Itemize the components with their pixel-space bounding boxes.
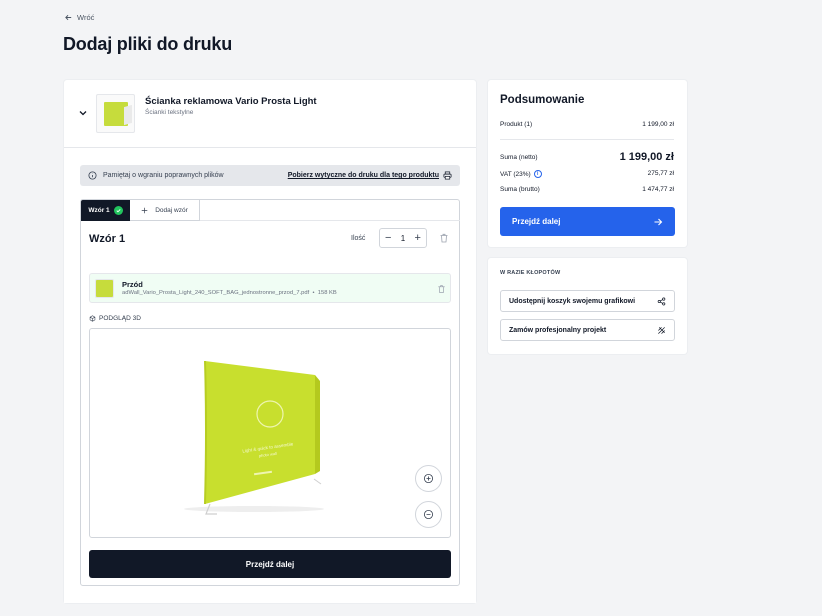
uploaded-file: Przód adWall_Vario_Prosta_Light_240_SOFT… (89, 273, 451, 303)
file-meta: adWall_Vario_Prosta_Light_240_SOFT_BAG_j… (122, 290, 337, 296)
arrow-left-icon (65, 14, 72, 21)
file-thumbnail (95, 279, 114, 298)
download-guidelines-label: Pobierz wytyczne do druku dla tego produ… (287, 172, 439, 179)
summary-continue-button[interactable]: Przejdź dalej (500, 207, 675, 236)
continue-button[interactable]: Przejdź dalej (89, 550, 451, 578)
preview-3d-label: PODGLĄD 3D (89, 315, 141, 322)
zoom-in-icon (423, 473, 434, 484)
page-title: Dodaj pliki do druku (63, 34, 233, 54)
tab-add-design[interactable]: Dodaj wzór (130, 200, 200, 221)
product-name: Ścianka reklamowa Vario Prosta Light (145, 96, 317, 107)
design-section: Pamiętaj o wgraniu poprawnych plików Pob… (64, 149, 476, 603)
summary-title: Podsumowanie (500, 94, 585, 106)
product-category: Ścianki tekstylne (145, 109, 194, 116)
quantity-label: Ilość (351, 235, 366, 242)
info-icon (88, 171, 97, 180)
file-size: 158 KB (317, 290, 337, 296)
design-title: Wzór 1 (89, 233, 126, 245)
trash-icon[interactable] (437, 284, 446, 294)
help-panel: W RAZIE KŁOPOTÓW Udostępnij koszyk swoje… (488, 258, 687, 354)
design-tabs: Wzór 1 Dodaj wzór (81, 200, 200, 221)
file-name: adWall_Vario_Prosta_Light_240_SOFT_BAG_j… (122, 290, 310, 296)
cube-icon (89, 315, 96, 322)
summary-gross-row: Suma (brutto) 1 474,77 zł (500, 186, 674, 193)
tab-design-1[interactable]: Wzór 1 (81, 200, 130, 221)
download-guidelines-link[interactable]: Pobierz wytyczne do druku dla tego produ… (288, 171, 452, 180)
arrow-right-icon (654, 218, 663, 225)
zoom-in-button[interactable] (415, 465, 442, 492)
design-tools-icon (658, 326, 665, 334)
check-circle-icon (113, 206, 123, 215)
files-notice: Pamiętaj o wgraniu poprawnych plików Pob… (80, 165, 460, 186)
decrement-button[interactable]: − (385, 232, 391, 244)
quantity-value[interactable]: 1 (401, 234, 405, 243)
printer-icon (443, 171, 452, 180)
zoom-out-icon (423, 509, 434, 520)
summary-vat-row: VAT (23%) i 275,77 zł (500, 170, 674, 178)
product-thumbnail (96, 94, 135, 133)
divider (500, 139, 674, 140)
product-card: Ścianka reklamowa Vario Prosta Light Ści… (64, 80, 476, 603)
tab-label: Dodaj wzór (155, 206, 188, 214)
quantity-stepper: − 1 + (379, 228, 427, 248)
share-icon (657, 297, 666, 305)
order-summary: Podsumowanie Produkt (1) 1 199,00 zł Sum… (488, 80, 687, 247)
summary-net-row: Suma (netto) 1 199,00 zł (500, 151, 674, 163)
zoom-out-button[interactable] (415, 501, 442, 528)
back-label: Wróć (77, 13, 95, 22)
tab-label: Wzór 1 (88, 207, 110, 214)
plus-icon (141, 207, 148, 213)
order-design-button[interactable]: Zamów profesjonalny projekt (500, 319, 675, 341)
summary-product-row: Produkt (1) 1 199,00 zł (500, 121, 674, 128)
product-header[interactable]: Ścianka reklamowa Vario Prosta Light Ści… (64, 80, 476, 148)
share-cart-button[interactable]: Udostępnij koszyk swojemu grafikowi (500, 290, 675, 312)
notice-text: Pamiętaj o wgraniu poprawnych plików (103, 172, 224, 179)
back-link[interactable]: Wróć (64, 13, 94, 22)
trash-icon[interactable] (439, 233, 449, 243)
banner-wall-preview: Light & quick to assemble photo wall (184, 360, 324, 515)
info-icon[interactable]: i (533, 170, 542, 178)
increment-button[interactable]: + (415, 232, 421, 244)
file-side-label: Przód (122, 280, 143, 289)
help-title: W RAZIE KŁOPOTÓW (500, 270, 561, 276)
design-panel: Wzór 1 Dodaj wzór Wzór 1 Ilość − 1 + Prz… (80, 199, 460, 586)
preview-3d-viewer[interactable]: Light & quick to assemble photo wall (89, 328, 451, 538)
chevron-down-icon[interactable] (78, 108, 88, 118)
